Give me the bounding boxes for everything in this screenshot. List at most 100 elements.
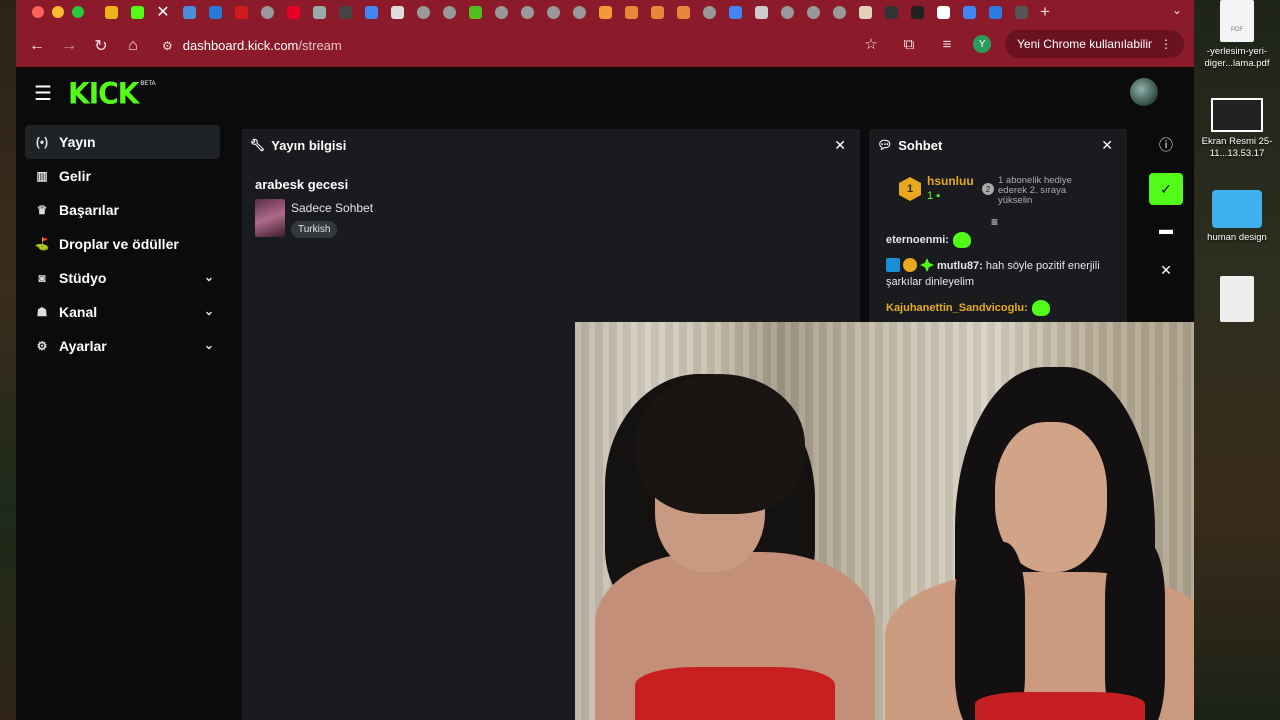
browser-tab[interactable] xyxy=(670,2,696,22)
sidebar-item-1[interactable]: ▥ Gelir xyxy=(25,159,220,193)
tab-favicon-icon xyxy=(676,5,690,19)
media-control-icon[interactable]: ≡ xyxy=(935,36,959,53)
tab-favicon-icon xyxy=(624,5,638,19)
browser-tab[interactable] xyxy=(800,2,826,22)
stream-category[interactable]: Sadece Sohbet Turkish xyxy=(255,199,373,238)
gift-leaderboard[interactable]: 1 hsunluu 1 ▪ 2 1 abonelik hediye ederek… xyxy=(899,174,1121,210)
language-tag: Turkish xyxy=(291,221,338,238)
reload-icon[interactable]: ↻ xyxy=(86,31,116,61)
browser-tab[interactable] xyxy=(176,2,202,22)
browser-tab[interactable] xyxy=(930,2,956,22)
address-bar[interactable]: ⚙ dashboard.kick.com/stream xyxy=(162,31,902,61)
browser-tab[interactable] xyxy=(436,2,462,22)
chat-filter-icon[interactable]: ≡ xyxy=(991,215,998,229)
browser-tab[interactable] xyxy=(540,2,566,22)
browser-tab[interactable] xyxy=(852,2,878,22)
document-icon xyxy=(1220,276,1254,322)
browser-tab[interactable] xyxy=(956,2,982,22)
forward-icon[interactable]: → xyxy=(54,31,84,61)
browser-tab[interactable] xyxy=(618,2,644,22)
sidebar-item-2[interactable]: ♛ Başarılar xyxy=(25,193,220,227)
browser-tab[interactable] xyxy=(592,2,618,22)
browser-tab[interactable] xyxy=(488,2,514,22)
tab-favicon-icon xyxy=(338,5,352,19)
tab-favicon-icon xyxy=(442,5,456,19)
tab-favicon-icon xyxy=(260,5,274,19)
info-icon[interactable]: ⓘ xyxy=(1149,129,1183,161)
close-chat-icon[interactable]: ✕ xyxy=(1101,137,1113,154)
chevron-down-icon: ⌄ xyxy=(203,270,214,284)
browser-tab[interactable] xyxy=(566,2,592,22)
browser-tab[interactable] xyxy=(98,2,124,22)
browser-tab[interactable] xyxy=(124,2,150,22)
browser-tab[interactable] xyxy=(774,2,800,22)
chart-icon: ▥ xyxy=(36,169,48,183)
tab-favicon-icon xyxy=(936,5,950,19)
browser-tab[interactable] xyxy=(202,2,228,22)
folder-icon xyxy=(1212,190,1262,228)
close-panel-icon[interactable]: ✕ xyxy=(834,137,846,154)
tab-favicon-icon xyxy=(598,5,612,19)
maximize-window-button[interactable] xyxy=(72,6,84,18)
browser-tab[interactable] xyxy=(228,2,254,22)
gift-icon: ⛳ xyxy=(34,237,50,251)
back-icon[interactable]: ← xyxy=(22,31,52,61)
sidebar-item-3[interactable]: ⛳ Droplar ve ödüller xyxy=(25,227,220,261)
close-window-button[interactable] xyxy=(32,6,44,18)
stream-title[interactable]: arabesk gecesi xyxy=(255,177,348,192)
new-tab-icon[interactable]: + xyxy=(1040,2,1050,22)
kick-logo[interactable]: KICK BETA xyxy=(68,76,156,111)
sparkle-badge-icon xyxy=(920,258,934,272)
sidebar-item-0[interactable]: (•) Yayın xyxy=(25,125,220,159)
browser-tab[interactable] xyxy=(462,2,488,22)
check-icon[interactable]: ✓ xyxy=(1149,173,1183,205)
browser-tab[interactable] xyxy=(722,2,748,22)
browser-tab[interactable] xyxy=(306,2,332,22)
chat-message: mutlu87: hah söyle pozitif enerjili şark… xyxy=(886,258,1100,288)
desktop-file-screenshot[interactable]: Ekran Resmi 25-11...13.53.17 xyxy=(1194,98,1280,160)
desktop-file-document[interactable] xyxy=(1194,276,1280,326)
desktop-folder[interactable]: human design xyxy=(1194,190,1280,244)
browser-tab[interactable] xyxy=(696,2,722,22)
browser-tab[interactable] xyxy=(332,2,358,22)
gifter-badge-icon xyxy=(903,258,917,272)
profile-avatar[interactable]: Y xyxy=(973,35,992,53)
sidebar-item-4[interactable]: ◙ Stüdyo ⌄ xyxy=(25,261,220,295)
browser-tab[interactable] xyxy=(514,2,540,22)
tab-favicon-icon xyxy=(962,5,976,19)
minimize-window-button[interactable] xyxy=(52,6,64,18)
browser-tab[interactable] xyxy=(878,2,904,22)
sidebar-item-6[interactable]: ⚙ Ayarlar ⌄ xyxy=(25,329,220,363)
layout-icon[interactable]: ▬ xyxy=(1149,213,1183,245)
bookmark-star-icon[interactable]: ☆ xyxy=(859,35,883,53)
stream-video-preview[interactable] xyxy=(575,322,1194,720)
browser-tab[interactable] xyxy=(826,2,852,22)
browser-tab[interactable] xyxy=(384,2,410,22)
extensions-icon[interactable]: ⧉ xyxy=(897,36,921,53)
tab-favicon-icon xyxy=(858,5,872,19)
browser-tab[interactable] xyxy=(254,2,280,22)
desktop-wallpaper-left xyxy=(0,0,16,720)
desktop-file-pdf[interactable]: PDF -yerlesim-yeri-diger...lama.pdf xyxy=(1194,0,1280,70)
browser-tab[interactable] xyxy=(410,2,436,22)
user-avatar[interactable] xyxy=(1130,78,1158,106)
active-tab-close[interactable]: ✕ xyxy=(150,2,176,22)
browser-tab[interactable] xyxy=(280,2,306,22)
browser-tab[interactable] xyxy=(358,2,384,22)
chrome-update-button[interactable]: Yeni Chrome kullanılabilir ⋮ xyxy=(1005,30,1184,58)
site-info-icon[interactable]: ⚙ xyxy=(162,39,173,53)
tab-search-icon[interactable]: ⌄ xyxy=(1172,3,1182,17)
browser-tab[interactable] xyxy=(1008,2,1034,22)
browser-tab[interactable] xyxy=(748,2,774,22)
browser-tab[interactable] xyxy=(904,2,930,22)
hamburger-menu-icon[interactable]: ☰ xyxy=(34,81,54,106)
browser-tab[interactable] xyxy=(644,2,670,22)
home-icon[interactable]: ⌂ xyxy=(118,31,148,61)
sidebar-item-5[interactable]: ☗ Kanal ⌄ xyxy=(25,295,220,329)
browser-tab[interactable] xyxy=(982,2,1008,22)
tab-favicon-icon xyxy=(910,5,924,19)
tab-favicon-icon xyxy=(988,5,1002,19)
sidebar-item-label: Droplar ve ödüller xyxy=(59,236,179,252)
channel-icon: ☗ xyxy=(36,305,48,319)
close-rail-icon[interactable]: ✕ xyxy=(1149,254,1183,286)
